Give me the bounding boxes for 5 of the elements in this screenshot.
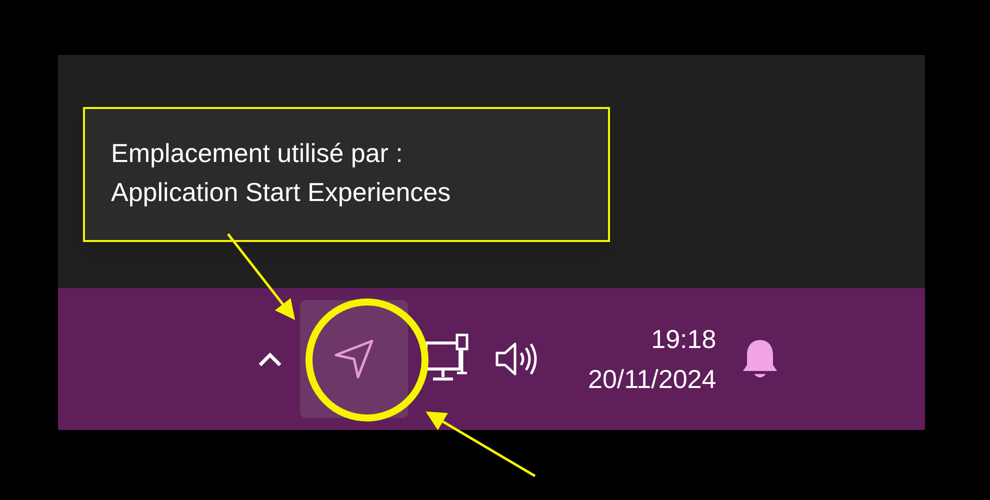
navigation-arrow-icon [332,337,376,381]
chevron-up-icon [257,351,283,367]
clock-button[interactable]: 19:18 20/11/2024 [588,319,716,399]
tooltip-text: Application Start Experiences [111,176,452,209]
tooltip-text: Emplacement utilisé par : [111,137,404,170]
